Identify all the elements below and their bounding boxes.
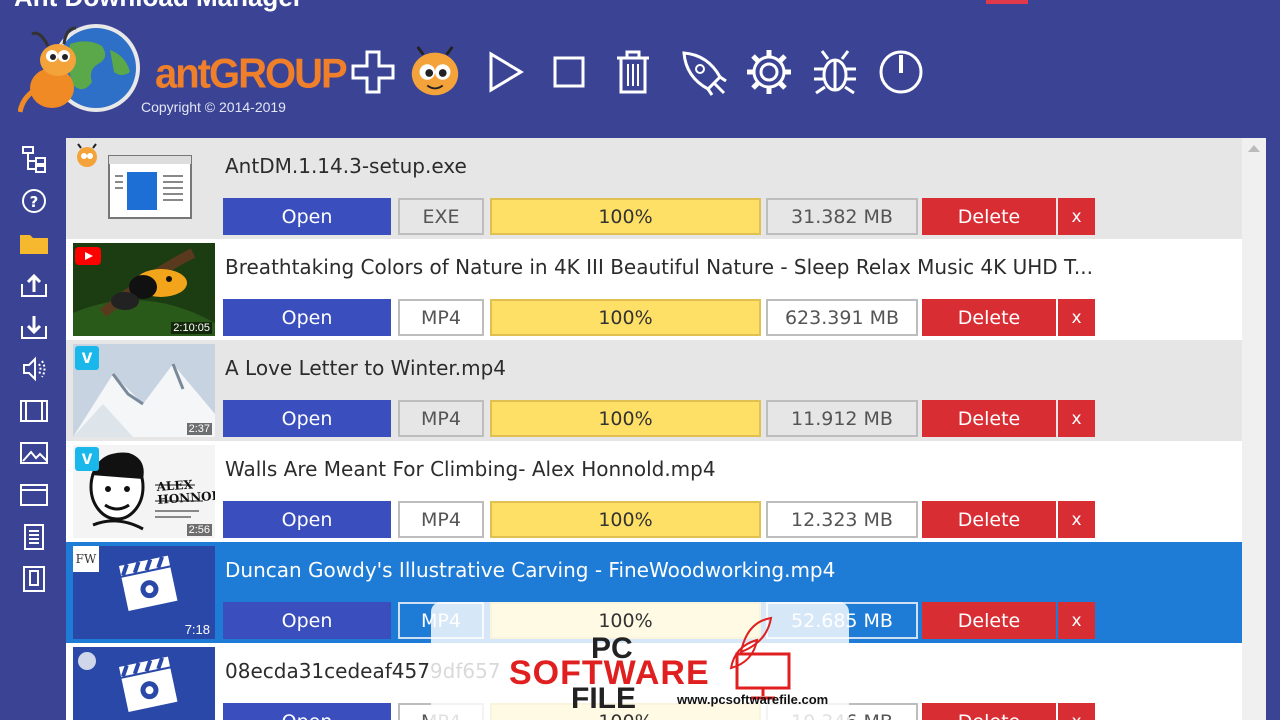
add-icon[interactable] xyxy=(344,40,402,104)
progress-bar: 100% xyxy=(490,400,761,437)
ant-logo xyxy=(17,20,140,122)
list-item[interactable]: v 2:37 A Love Letter to Winter.mp4 Open … xyxy=(66,340,1242,441)
remove-button[interactable]: x xyxy=(1058,703,1095,720)
remove-button[interactable]: x xyxy=(1058,602,1095,639)
video-duration: 2:10:05 xyxy=(171,322,212,334)
vimeo-icon: v xyxy=(75,447,99,471)
upload-icon[interactable] xyxy=(14,266,54,304)
file-thumbnail xyxy=(73,142,215,235)
gear-icon[interactable] xyxy=(740,40,798,104)
delete-button[interactable]: Delete xyxy=(922,299,1056,336)
delete-button[interactable]: Delete xyxy=(922,703,1056,720)
open-button[interactable]: Open xyxy=(223,501,391,538)
delete-button[interactable]: Delete xyxy=(922,501,1056,538)
stop-icon[interactable] xyxy=(540,40,598,104)
bug-icon[interactable] xyxy=(806,40,864,104)
video-duration: 2:37 xyxy=(186,423,212,435)
power-icon[interactable] xyxy=(872,40,930,104)
remove-button[interactable]: x xyxy=(1058,198,1095,235)
delete-button[interactable]: Delete xyxy=(922,602,1056,639)
open-button[interactable]: Open xyxy=(223,602,391,639)
progress-text: 100% xyxy=(598,407,653,430)
window-icon[interactable] xyxy=(14,476,54,514)
file-name: Duncan Gowdy's Illustrative Carving - Fi… xyxy=(225,558,836,582)
video-thumbnail: FW 7:18 xyxy=(73,546,215,639)
video-duration: 7:18 xyxy=(184,622,210,637)
open-button[interactable]: Open xyxy=(223,198,391,235)
file-name: A Love Letter to Winter.mp4 xyxy=(225,356,507,380)
document-icon[interactable] xyxy=(14,518,54,556)
delete-button[interactable]: Delete xyxy=(922,400,1056,437)
title-bar: Ant Download Manager xyxy=(0,0,1280,14)
remove-button[interactable]: x xyxy=(1058,299,1095,336)
vimeo-icon: v xyxy=(75,346,99,370)
image-icon[interactable] xyxy=(14,434,54,472)
folder-icon[interactable] xyxy=(14,224,54,262)
progress-text: 100% xyxy=(598,711,652,720)
open-button[interactable]: Open xyxy=(223,703,391,720)
video-thumbnail: ALEX HONNOLD v 2:56 xyxy=(73,445,215,538)
file-type-label: MP4 xyxy=(398,400,484,437)
audio-icon[interactable] xyxy=(14,350,54,388)
scroll-up-icon xyxy=(1248,145,1260,152)
file-type-label: EXE xyxy=(398,198,484,235)
ant-bug-icon[interactable] xyxy=(406,40,464,104)
remove-button[interactable]: x xyxy=(1058,400,1095,437)
video-thumbnail xyxy=(73,647,215,720)
rocket-icon[interactable] xyxy=(674,40,732,104)
brand-name: antGROUP xyxy=(155,50,348,98)
help-icon[interactable]: ? xyxy=(14,182,54,220)
archive-icon[interactable] xyxy=(14,560,54,598)
close-button[interactable] xyxy=(986,0,1028,4)
copyright: Copyright © 2014-2019 xyxy=(141,99,286,115)
watermark-url: www.pcsoftwarefile.com xyxy=(677,692,829,707)
video-duration: 2:56 xyxy=(186,524,212,536)
file-name: AntDM.1.14.3-setup.exe xyxy=(225,154,467,178)
play-icon[interactable] xyxy=(476,40,534,104)
file-size: 623.391 MB xyxy=(766,299,918,336)
thumbnail-text: ALEX HONNOLD xyxy=(156,477,215,507)
progress-bar: 100% xyxy=(490,299,761,336)
list-item[interactable]: ALEX HONNOLD v 2:56 Walls Are Meant For … xyxy=(66,441,1242,542)
open-button[interactable]: Open xyxy=(223,299,391,336)
tree-icon[interactable] xyxy=(14,140,54,178)
film-icon[interactable] xyxy=(14,392,54,430)
list-item[interactable]: AntDM.1.14.3-setup.exe Open EXE 100% 31.… xyxy=(66,138,1242,239)
video-thumbnail: v 2:37 xyxy=(73,344,215,437)
window-title: Ant Download Manager xyxy=(14,0,303,13)
file-name: Walls Are Meant For Climbing- Alex Honno… xyxy=(225,457,716,481)
file-type-label: MP4 xyxy=(398,501,484,538)
remove-button[interactable]: x xyxy=(1058,501,1095,538)
progress-text: 100% xyxy=(598,306,653,329)
file-size: 31.382 MB xyxy=(766,198,918,235)
delete-button[interactable]: Delete xyxy=(922,198,1056,235)
youtube-icon xyxy=(75,247,101,265)
download-icon[interactable] xyxy=(14,308,54,346)
list-item[interactable]: 2:10:05 Breathtaking Colors of Nature in… xyxy=(66,239,1242,340)
progress-text: 100% xyxy=(598,609,653,632)
open-button[interactable]: Open xyxy=(223,400,391,437)
video-thumbnail: 2:10:05 xyxy=(73,243,215,336)
progress-bar: 100% xyxy=(490,198,761,235)
progress-text: 100% xyxy=(598,508,653,531)
file-name: Breathtaking Colors of Nature in 4K III … xyxy=(225,255,1093,279)
file-type-label: MP4 xyxy=(398,299,484,336)
scrollbar[interactable] xyxy=(1242,138,1266,720)
progress-bar: 100% xyxy=(490,501,761,538)
file-size: 12.323 MB xyxy=(766,501,918,538)
svg-text:?: ? xyxy=(30,193,39,211)
file-size: 11.912 MB xyxy=(766,400,918,437)
progress-text: 100% xyxy=(598,205,653,228)
trash-icon[interactable] xyxy=(604,40,662,104)
